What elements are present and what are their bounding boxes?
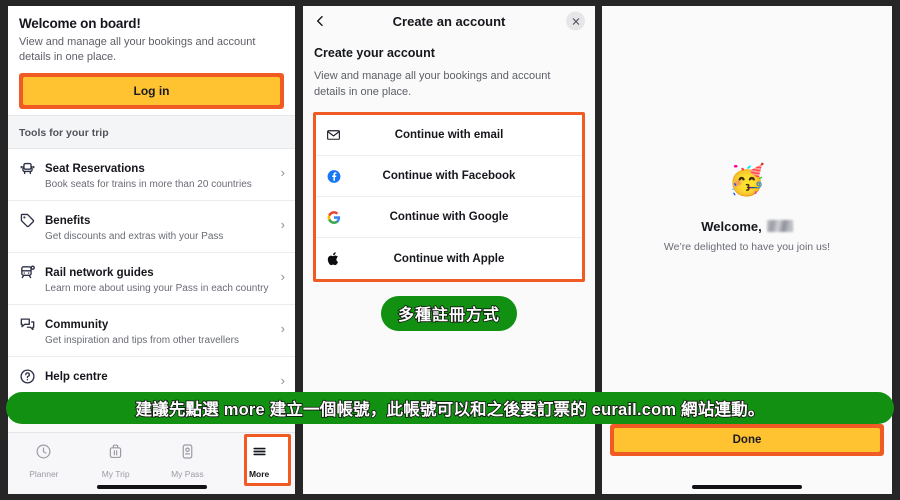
chevron-right-icon: › <box>280 320 285 336</box>
delight-message: We’re delighted to have you join us! <box>663 241 831 253</box>
done-highlight-box: Done <box>610 424 884 456</box>
create-account-heading: Create your account <box>314 46 435 60</box>
chevron-right-icon: › <box>280 268 285 284</box>
redacted-user-name <box>766 220 793 232</box>
continue-with-email-button[interactable]: Continue with email <box>316 115 582 157</box>
provider-label: Continue with email <box>394 129 504 142</box>
tab-planner[interactable]: Planner <box>8 433 80 479</box>
navbar-title: Create an account <box>392 13 506 29</box>
hamburger-icon <box>251 447 268 465</box>
tab-label: My Trip <box>101 469 130 479</box>
chevron-right-icon: › <box>280 164 285 180</box>
welcome-greeting: Welcome, <box>701 219 793 234</box>
provider-label: Continue with Facebook <box>382 170 516 183</box>
page-title: Welcome on board! <box>19 16 141 31</box>
chevron-right-icon: › <box>280 372 285 388</box>
menu-item-seat-reservations[interactable]: Seat Reservations Book seats for trains … <box>8 149 295 201</box>
home-indicator <box>96 485 207 489</box>
annotation-banner-text: 建議先點選 more 建立一個帳號，此帳號可以和之後要訂票的 eurail.co… <box>135 400 766 420</box>
menu-item-title: Help centre <box>45 370 108 383</box>
login-button[interactable]: Log in <box>23 76 280 105</box>
create-account-navbar: Create an account <box>303 6 595 36</box>
seat-icon <box>19 160 36 177</box>
continue-with-apple-button[interactable]: Continue with Apple <box>316 238 582 280</box>
partying-face-icon: 🥳 <box>728 164 766 197</box>
menu-item-rail-network-guides[interactable]: Rail network guides Learn more about usi… <box>8 253 295 305</box>
annotation-banner: 建議先點選 more 建立一個帳號，此帳號可以和之後要訂票的 eurail.co… <box>6 392 894 424</box>
tools-section-header: Tools for your trip <box>8 114 295 149</box>
tab-my-pass[interactable]: My Pass <box>152 433 224 479</box>
menu-item-title: Benefits <box>45 214 91 227</box>
tag-icon <box>19 212 36 229</box>
done-button[interactable]: Done <box>614 428 880 452</box>
question-circle-icon <box>19 368 36 385</box>
menu-item-title: Rail network guides <box>45 266 154 279</box>
train-icon <box>19 264 36 281</box>
create-account-body: Create your account View and manage all … <box>303 36 595 101</box>
clock-icon <box>35 444 52 465</box>
menu-item-title: Seat Reservations <box>45 162 145 175</box>
chat-icon <box>19 316 36 333</box>
continue-with-google-button[interactable]: Continue with Google <box>316 197 582 239</box>
menu-item-benefits[interactable]: Benefits Get discounts and extras with y… <box>8 201 295 253</box>
facebook-icon <box>326 169 341 184</box>
welcome-prefix-label: Welcome, <box>701 219 762 234</box>
menu-item-desc: Book seats for trains in more than 20 co… <box>45 178 252 190</box>
tab-my-trip[interactable]: My Trip <box>80 433 152 479</box>
bottom-tab-bar: Planner My Trip My Pass More <box>8 432 295 494</box>
tab-label: Planner <box>29 469 59 479</box>
tab-label: My Pass <box>171 469 204 479</box>
menu-item-desc: Get inspiration and tips from other trav… <box>45 334 239 346</box>
providers-highlight-box: Continue with email Continue with Facebo… <box>313 112 585 283</box>
welcome-hero: Welcome on board! View and manage all yo… <box>8 6 295 115</box>
email-icon <box>326 128 341 143</box>
tab-more[interactable]: More <box>223 433 295 486</box>
apple-icon <box>326 251 341 266</box>
menu-item-desc: Get discounts and extras with your Pass <box>45 230 224 242</box>
create-account-paragraph: View and manage all your bookings and ac… <box>314 70 551 98</box>
login-highlight-box: Log in <box>19 72 284 109</box>
suitcase-icon <box>107 444 124 465</box>
chevron-right-icon: › <box>280 216 285 232</box>
hero-subtitle: View and manage all your bookings and ac… <box>19 36 256 63</box>
tab-label: More <box>248 469 270 479</box>
menu-item-community[interactable]: Community Get inspiration and tips from … <box>8 305 295 357</box>
menu-item-desc: Learn more about using your Pass in each… <box>45 282 269 294</box>
chevron-left-icon[interactable] <box>313 14 327 28</box>
provider-label: Continue with Google <box>389 211 509 224</box>
annotation-pill-signup-methods: 多種註冊方式 <box>380 296 517 332</box>
google-icon <box>326 210 341 225</box>
menu-item-title: Community <box>45 318 109 331</box>
close-icon[interactable] <box>566 11 585 31</box>
home-indicator <box>692 485 802 489</box>
tools-menu-list: Seat Reservations Book seats for trains … <box>8 148 295 398</box>
screenshot-stage: Welcome on board! View and manage all yo… <box>0 0 900 500</box>
pass-icon <box>179 444 196 465</box>
continue-with-facebook-button[interactable]: Continue with Facebook <box>316 156 582 198</box>
provider-label: Continue with Apple <box>393 252 505 265</box>
